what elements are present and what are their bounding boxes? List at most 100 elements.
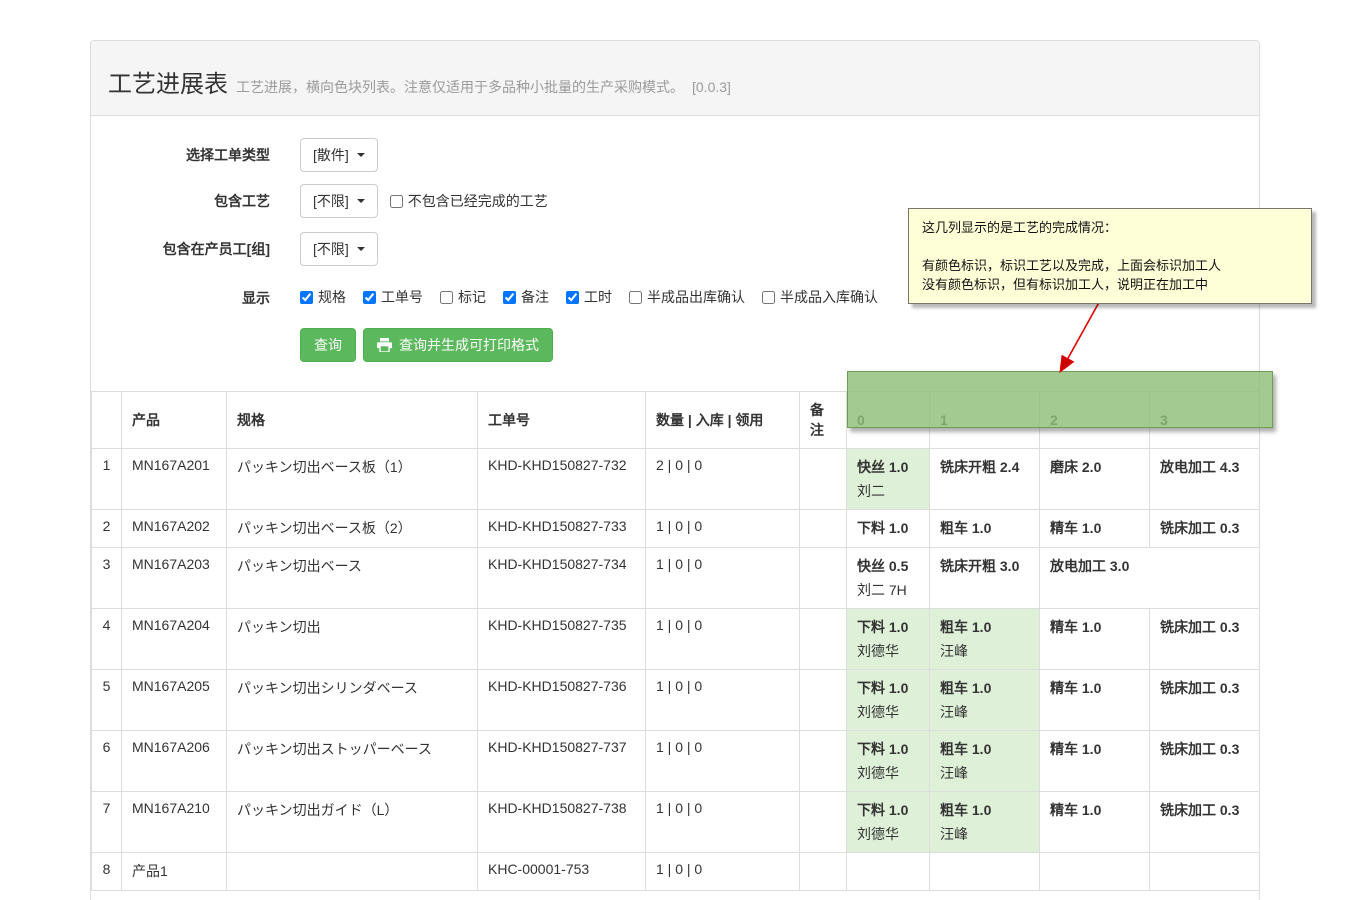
quantity-cell: 1 | 0 | 0 bbox=[646, 547, 800, 608]
work-order-cell: KHD-KHD150827-736 bbox=[478, 669, 646, 730]
display-option-checkbox[interactable]: 半成品入库确认 bbox=[762, 287, 878, 307]
process-cell: 精车 1.0 bbox=[1040, 791, 1150, 852]
order-type-dropdown[interactable]: [散件] bbox=[300, 138, 378, 172]
table-header-row: 产品规格工单号数量 | 入库 | 领用备注0123 bbox=[92, 391, 1260, 448]
process-worker: 刘德华 bbox=[857, 641, 919, 661]
process-cell: 铣床开粗 3.0 bbox=[930, 547, 1040, 608]
column-header: 规格 bbox=[227, 391, 478, 448]
note-cell bbox=[800, 791, 847, 852]
display-option-checkbox[interactable]: 工时 bbox=[566, 287, 612, 307]
process-cell: 下料 1.0刘德华 bbox=[847, 669, 930, 730]
quantity-cell: 1 | 0 | 0 bbox=[646, 669, 800, 730]
include-worker-dropdown[interactable]: [不限] bbox=[300, 232, 378, 266]
query-button[interactable]: 查询 bbox=[300, 328, 356, 362]
display-option-checkbox[interactable]: 备注 bbox=[503, 287, 549, 307]
display-option-checkbox[interactable]: 半成品出库确认 bbox=[629, 287, 745, 307]
display-option-label: 工时 bbox=[584, 287, 612, 307]
process-cell: 下料 1.0 bbox=[847, 509, 930, 547]
process-cell-empty bbox=[930, 852, 1040, 890]
order-type-label: 选择工单类型 bbox=[91, 145, 300, 165]
note-cell bbox=[800, 852, 847, 890]
row-number-cell: 3 bbox=[92, 547, 122, 608]
process-name-hours: 粗车 1.0 bbox=[940, 617, 1029, 637]
quantity-cell: 1 | 0 | 0 bbox=[646, 791, 800, 852]
include-process-dropdown[interactable]: [不限] bbox=[300, 184, 378, 218]
product-cell: MN167A204 bbox=[122, 608, 227, 669]
note-cell bbox=[800, 448, 847, 509]
display-option-label: 半成品入库确认 bbox=[780, 287, 878, 307]
process-name-hours: 精车 1.0 bbox=[1050, 800, 1139, 820]
row-number-cell: 6 bbox=[92, 730, 122, 791]
display-option-checkbox[interactable]: 工单号 bbox=[363, 287, 423, 307]
exclude-finished-checkbox-input[interactable] bbox=[390, 195, 403, 208]
process-name-hours: 放电加工 4.3 bbox=[1160, 457, 1249, 477]
page: 工艺进展表工艺进展，横向色块列表。注意仅适用于多品种小批量的生产采购模式。 [0.… bbox=[0, 0, 1349, 900]
include-worker-label: 包含在产员工[组] bbox=[91, 239, 300, 259]
process-worker: 刘德华 bbox=[857, 824, 919, 844]
product-cell: MN167A203 bbox=[122, 547, 227, 608]
display-option-checkbox[interactable]: 标记 bbox=[440, 287, 486, 307]
display-option-input[interactable] bbox=[503, 291, 516, 304]
process-worker: 汪峰 bbox=[940, 824, 1029, 844]
process-name-hours: 粗车 1.0 bbox=[940, 739, 1029, 759]
tooltip-line: 这几列显示的是工艺的完成情况： bbox=[922, 218, 1298, 237]
column-header: 0 bbox=[847, 391, 930, 448]
table-row: 5MN167A205パッキン切出シリンダベースKHD-KHD150827-736… bbox=[92, 669, 1260, 730]
query-print-label: 查询并生成可打印格式 bbox=[399, 335, 539, 355]
process-worker: 刘德华 bbox=[857, 763, 919, 783]
display-option-input[interactable] bbox=[566, 291, 579, 304]
printer-icon bbox=[377, 338, 392, 352]
row-number-cell: 5 bbox=[92, 669, 122, 730]
process-worker: 汪峰 bbox=[940, 641, 1029, 661]
column-header: 3 bbox=[1150, 391, 1260, 448]
column-header: 产品 bbox=[122, 391, 227, 448]
display-option-input[interactable] bbox=[363, 291, 376, 304]
process-cell: 粗车 1.0汪峰 bbox=[930, 791, 1040, 852]
process-worker: 汪峰 bbox=[940, 763, 1029, 783]
process-name-hours: 粗车 1.0 bbox=[940, 518, 1029, 538]
process-name-hours: 下料 1.0 bbox=[857, 800, 919, 820]
page-subtitle: 工艺进展，横向色块列表。注意仅适用于多品种小批量的生产采购模式。 bbox=[236, 79, 684, 95]
include-process-label: 包含工艺 bbox=[91, 191, 300, 211]
display-option-label: 备注 bbox=[521, 287, 549, 307]
process-name-hours: 放电加工 3.0 bbox=[1050, 556, 1249, 576]
process-name-hours: 磨床 2.0 bbox=[1050, 457, 1139, 477]
quantity-cell: 2 | 0 | 0 bbox=[646, 448, 800, 509]
display-option-input[interactable] bbox=[300, 291, 313, 304]
display-option-input[interactable] bbox=[762, 291, 775, 304]
note-cell bbox=[800, 608, 847, 669]
include-worker-value: [不限] bbox=[313, 239, 349, 259]
display-option-input[interactable] bbox=[440, 291, 453, 304]
process-name-hours: 铣床加工 0.3 bbox=[1160, 800, 1249, 820]
process-name-hours: 铣床加工 0.3 bbox=[1160, 617, 1249, 637]
process-name-hours: 铣床开粗 3.0 bbox=[940, 556, 1029, 576]
query-print-button[interactable]: 查询并生成可打印格式 bbox=[363, 328, 553, 362]
work-order-cell: KHD-KHD150827-734 bbox=[478, 547, 646, 608]
table-row: 3MN167A203パッキン切出ベースKHD-KHD150827-7341 | … bbox=[92, 547, 1260, 608]
table-row: 7MN167A210パッキン切出ガイド（L）KHD-KHD150827-7381… bbox=[92, 791, 1260, 852]
page-title: 工艺进展表 bbox=[108, 71, 228, 98]
table-row: 6MN167A206パッキン切出ストッパーベースKHD-KHD150827-73… bbox=[92, 730, 1260, 791]
product-cell: MN167A202 bbox=[122, 509, 227, 547]
column-header: 工单号 bbox=[478, 391, 646, 448]
annotation-tooltip: 这几列显示的是工艺的完成情况： 有颜色标识，标识工艺以及完成，上面会标识加工人没… bbox=[908, 208, 1312, 304]
column-header: 1 bbox=[930, 391, 1040, 448]
display-option-checkbox[interactable]: 规格 bbox=[300, 287, 346, 307]
process-cell: 精车 1.0 bbox=[1040, 669, 1150, 730]
version-label: [0.0.3] bbox=[692, 79, 731, 95]
display-option-label: 规格 bbox=[318, 287, 346, 307]
spec-cell: パッキン切出ベース板（2） bbox=[227, 509, 478, 547]
process-cell: 下料 1.0刘德华 bbox=[847, 608, 930, 669]
display-option-input[interactable] bbox=[629, 291, 642, 304]
process-cell: 磨床 2.0 bbox=[1040, 448, 1150, 509]
process-cell: 粗车 1.0 汪峰 bbox=[930, 608, 1040, 669]
exclude-finished-checkbox[interactable]: 不包含已经完成的工艺 bbox=[390, 191, 548, 211]
process-worker: 刘二 7H bbox=[857, 580, 919, 600]
tooltip-line: 有颜色标识，标识工艺以及完成，上面会标识加工人 bbox=[922, 256, 1298, 275]
process-cell: 铣床加工 0.3 bbox=[1150, 509, 1260, 547]
process-cell: 放电加工 3.0 bbox=[1040, 547, 1260, 608]
column-header: 2 bbox=[1040, 391, 1150, 448]
process-cell: 下料 1.0 刘德华 bbox=[847, 791, 930, 852]
tooltip-line bbox=[922, 237, 1298, 256]
product-cell: MN167A205 bbox=[122, 669, 227, 730]
